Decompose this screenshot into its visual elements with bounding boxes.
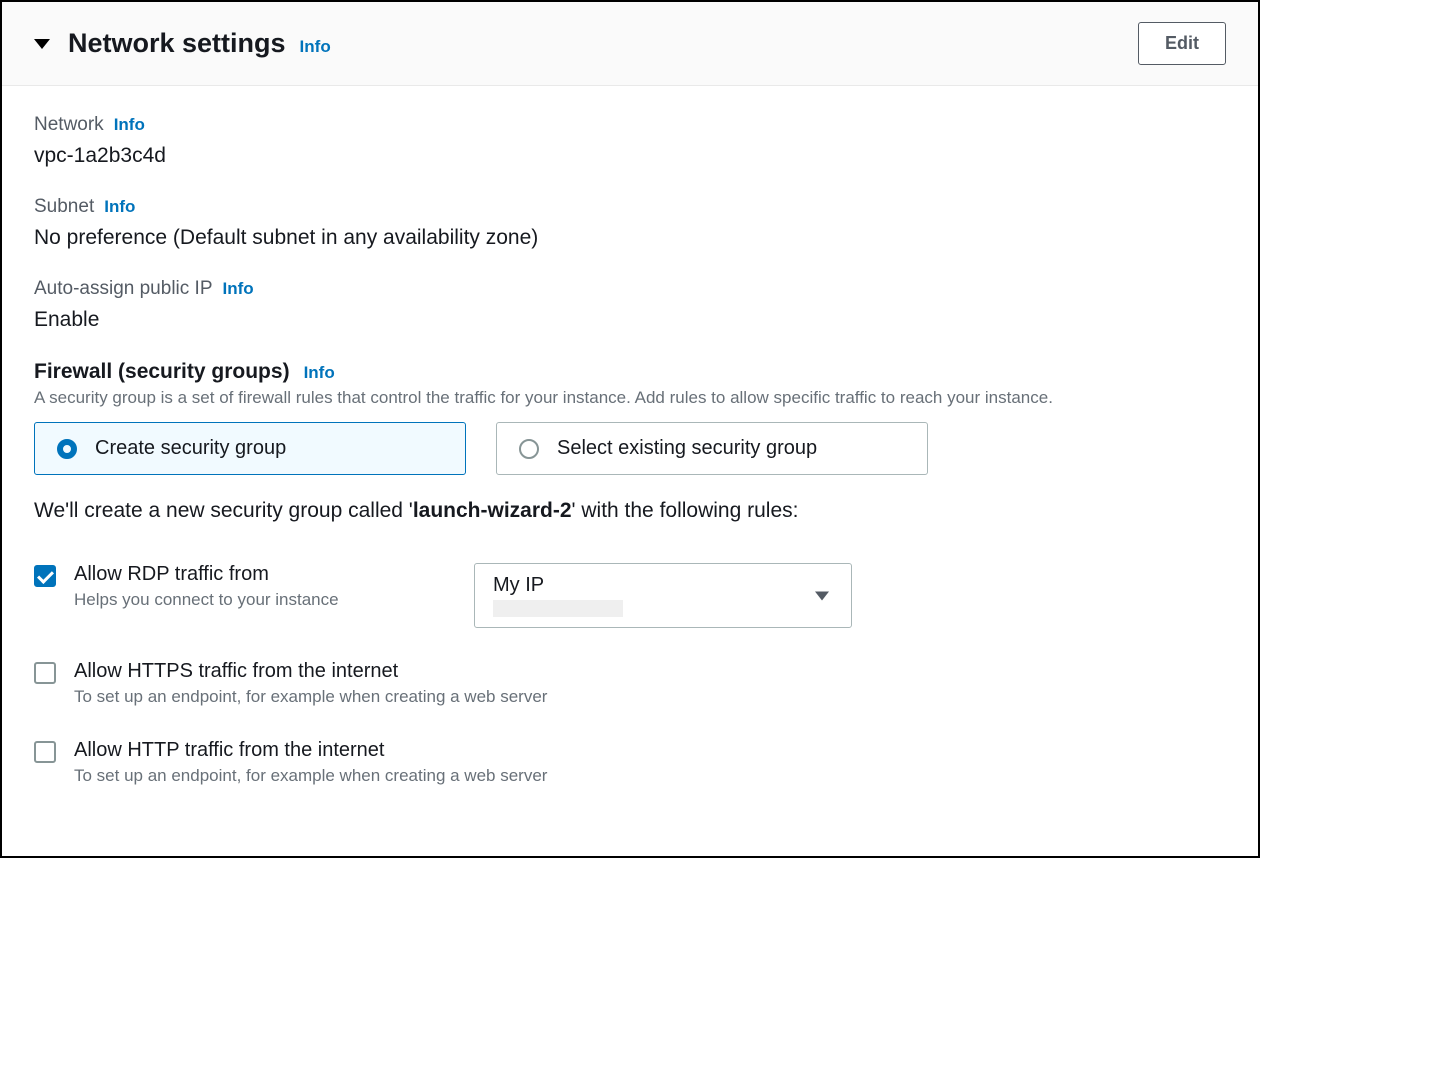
panel-header: Network settings Info Edit (2, 2, 1258, 86)
subnet-label: Subnet (34, 196, 94, 218)
radio-icon (57, 439, 77, 459)
network-label: Network (34, 114, 104, 136)
header-left: Network settings Info (34, 28, 331, 59)
network-info-link[interactable]: Info (114, 115, 145, 135)
rule-rdp-source-select[interactable]: My IP (474, 563, 852, 628)
radio-select-existing-security-group[interactable]: Select existing security group (496, 422, 928, 475)
caret-down-icon[interactable] (34, 39, 50, 49)
subnet-info-link[interactable]: Info (104, 197, 135, 217)
rule-https-label: Allow HTTPS traffic from the internet (74, 660, 1226, 683)
panel-title: Network settings (68, 28, 286, 59)
public-ip-info-link[interactable]: Info (223, 279, 254, 299)
subnet-value: No preference (Default subnet in any ava… (34, 226, 1226, 250)
edit-button[interactable]: Edit (1138, 22, 1226, 65)
public-ip-field: Auto-assign public IP Info Enable (34, 278, 1226, 332)
firewall-heading: Firewall (security groups) (34, 360, 290, 384)
rule-http-checkbox[interactable] (34, 741, 56, 763)
radio-existing-label: Select existing security group (557, 437, 817, 460)
rule-http-row: Allow HTTP traffic from the internet To … (34, 739, 1226, 786)
firewall-info-link[interactable]: Info (304, 363, 335, 383)
radio-create-security-group[interactable]: Create security group (34, 422, 466, 475)
rule-rdp-label: Allow RDP traffic from (74, 563, 434, 586)
rule-rdp-content: Allow RDP traffic from Helps you connect… (74, 563, 1226, 628)
note-prefix: We'll create a new security group called… (34, 499, 413, 522)
new-sg-note: We'll create a new security group called… (34, 499, 1226, 523)
header-info-link[interactable]: Info (300, 37, 331, 57)
firewall-section: Firewall (security groups) Info A securi… (34, 360, 1226, 786)
rule-rdp-ip-redacted (493, 600, 623, 617)
subnet-field: Subnet Info No preference (Default subne… (34, 196, 1226, 250)
network-field: Network Info vpc-1a2b3c4d (34, 114, 1226, 168)
public-ip-label-row: Auto-assign public IP Info (34, 278, 1226, 300)
rule-https-help: To set up an endpoint, for example when … (74, 687, 1226, 707)
network-label-row: Network Info (34, 114, 1226, 136)
panel-body: Network Info vpc-1a2b3c4d Subnet Info No… (2, 86, 1258, 856)
rule-https-text: Allow HTTPS traffic from the internet To… (74, 660, 1226, 707)
rule-rdp-text: Allow RDP traffic from Helps you connect… (74, 563, 434, 610)
firewall-radio-group: Create security group Select existing se… (34, 422, 1226, 475)
note-sg-name: launch-wizard-2 (413, 499, 572, 522)
rule-rdp-checkbox[interactable] (34, 565, 56, 587)
subnet-label-row: Subnet Info (34, 196, 1226, 218)
public-ip-value: Enable (34, 308, 1226, 332)
note-suffix: ' with the following rules: (572, 499, 799, 522)
firewall-heading-row: Firewall (security groups) Info (34, 360, 1226, 384)
rule-http-text: Allow HTTP traffic from the internet To … (74, 739, 1226, 786)
radio-create-label: Create security group (95, 437, 286, 460)
rule-https-checkbox[interactable] (34, 662, 56, 684)
rule-http-help: To set up an endpoint, for example when … (74, 766, 1226, 786)
rule-http-label: Allow HTTP traffic from the internet (74, 739, 1226, 762)
radio-icon (519, 439, 539, 459)
public-ip-label: Auto-assign public IP (34, 278, 213, 300)
firewall-description: A security group is a set of firewall ru… (34, 388, 1226, 408)
network-settings-panel: Network settings Info Edit Network Info … (0, 0, 1260, 858)
network-value: vpc-1a2b3c4d (34, 144, 1226, 168)
caret-down-icon (815, 591, 829, 600)
rule-rdp-row: Allow RDP traffic from Helps you connect… (34, 563, 1226, 628)
rule-rdp-source-value: My IP (493, 574, 833, 597)
rule-rdp-help: Helps you connect to your instance (74, 590, 434, 610)
rule-https-row: Allow HTTPS traffic from the internet To… (34, 660, 1226, 707)
